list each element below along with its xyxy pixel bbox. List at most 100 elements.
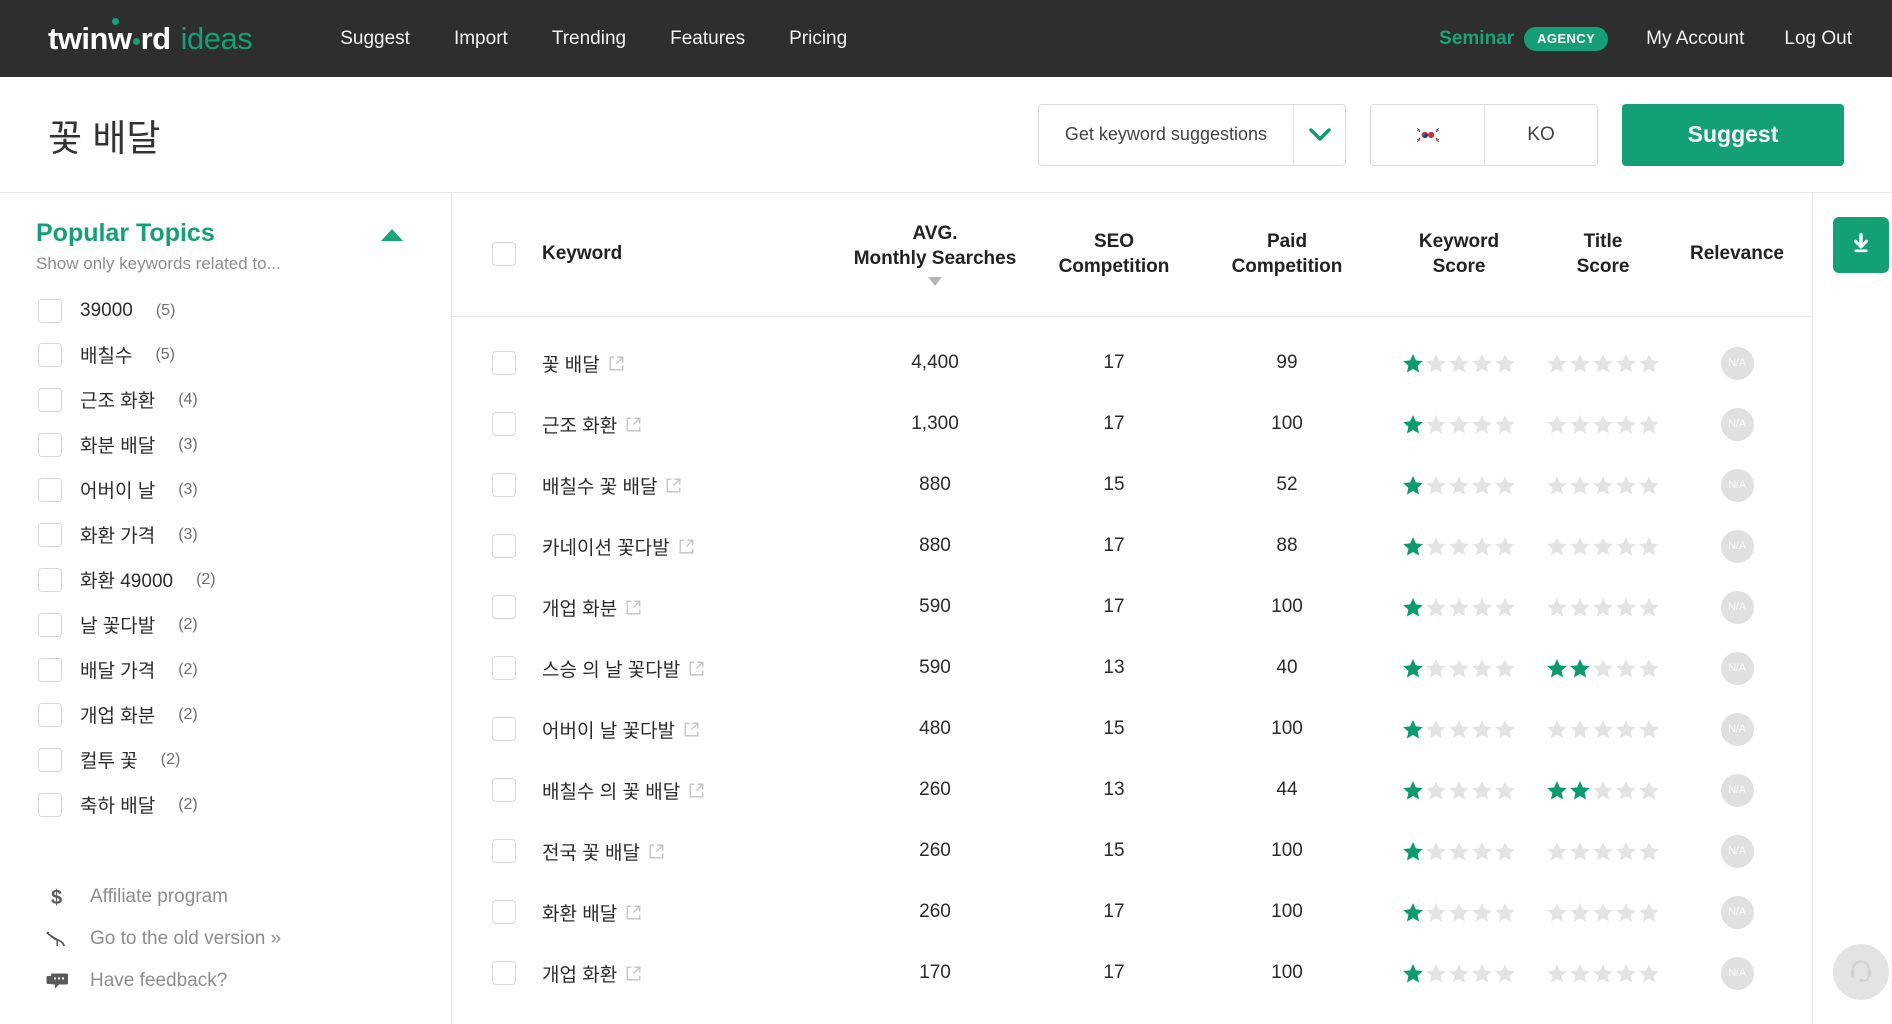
column-avg-monthly-searches[interactable]: AVG. Monthly Searches xyxy=(842,193,1028,318)
row-checkbox[interactable] xyxy=(492,656,516,681)
topic-filter-item[interactable]: 근조 화환 (4) xyxy=(0,377,451,422)
suggestion-mode-select[interactable]: Get keyword suggestions xyxy=(1037,103,1346,166)
external-link-icon[interactable] xyxy=(626,417,641,432)
table-row[interactable]: 개업 화분 590 17 100 N/A xyxy=(452,577,1812,638)
row-checkbox[interactable] xyxy=(492,717,516,742)
cell-keyword-score xyxy=(1374,699,1544,760)
keyword-link[interactable]: 개업 화분 xyxy=(542,594,641,621)
nav-link-log-out[interactable]: Log Out xyxy=(1782,24,1854,54)
row-checkbox[interactable] xyxy=(492,473,516,498)
nav-link-features[interactable]: Features xyxy=(668,24,747,54)
topic-filter-item[interactable]: 배달 가격 (2) xyxy=(0,647,451,692)
external-link-icon[interactable] xyxy=(689,783,704,798)
cell-relevance: N/A xyxy=(1662,638,1812,699)
topic-filter-item[interactable]: 축하 배달 (2) xyxy=(0,782,451,827)
affiliate-program-link[interactable]: $ Affiliate program xyxy=(0,876,451,918)
row-checkbox[interactable] xyxy=(492,839,516,864)
topic-checkbox[interactable] xyxy=(38,657,62,682)
column-relevance[interactable]: Relevance xyxy=(1662,193,1812,318)
topic-checkbox[interactable] xyxy=(38,792,62,817)
table-row[interactable]: 카네이션 꽃다발 880 17 88 N/A xyxy=(452,516,1812,577)
external-link-icon[interactable] xyxy=(679,539,694,554)
old-version-link[interactable]: Go to the old version » xyxy=(0,918,451,960)
topic-checkbox[interactable] xyxy=(38,299,62,323)
column-title-score[interactable]: Title Score xyxy=(1544,193,1662,318)
table-row[interactable]: 어버이 날 꽃다발 480 15 100 N/A xyxy=(452,699,1812,760)
nav-link-pricing[interactable]: Pricing xyxy=(787,24,849,54)
external-link-icon[interactable] xyxy=(684,722,699,737)
feedback-link[interactable]: Have feedback? xyxy=(0,960,451,1002)
keyword-link[interactable]: 스승 의 날 꽃다발 xyxy=(542,655,704,682)
topic-checkbox[interactable] xyxy=(38,522,62,547)
column-keyword-score[interactable]: Keyword Score xyxy=(1374,193,1544,318)
external-link-icon[interactable] xyxy=(626,600,641,615)
keyword-link[interactable]: 꽃 배달 xyxy=(542,350,624,377)
keyword-link[interactable]: 배칠수 의 꽃 배달 xyxy=(542,777,704,804)
external-link-icon[interactable] xyxy=(649,844,664,859)
nav-link-my-account[interactable]: My Account xyxy=(1644,24,1746,54)
topic-filter-item[interactable]: 배칠수 (5) xyxy=(0,332,451,377)
topic-filter-item[interactable]: 개업 화분 (2) xyxy=(0,692,451,737)
keyword-link[interactable]: 배칠수 꽃 배달 xyxy=(542,472,681,499)
suggest-button[interactable]: Suggest xyxy=(1622,103,1844,166)
topic-filter-item[interactable]: 화환 49000 (2) xyxy=(0,557,451,602)
support-chat-button[interactable] xyxy=(1833,944,1889,1000)
external-link-icon[interactable] xyxy=(666,478,681,493)
topic-filter-item[interactable]: 39000 (5) xyxy=(0,290,451,332)
table-row[interactable]: 전국 꽃 배달 260 15 100 N/A xyxy=(452,821,1812,882)
topic-checkbox[interactable] xyxy=(38,432,62,457)
topic-filter-item[interactable]: 화분 배달 (3) xyxy=(0,422,451,467)
nav-link-import[interactable]: Import xyxy=(452,24,510,54)
star-icon xyxy=(1639,780,1659,800)
topic-filter-item[interactable]: 어버이 날 (3) xyxy=(0,467,451,512)
chevron-up-icon[interactable] xyxy=(381,229,403,247)
column-seo-competition[interactable]: SEO Competition xyxy=(1028,193,1200,318)
table-row[interactable]: 꽃 배달 4,400 17 99 N/A xyxy=(452,333,1812,394)
keyword-link[interactable]: 카네이션 꽃다발 xyxy=(542,533,694,560)
row-checkbox[interactable] xyxy=(492,351,516,376)
keyword-link[interactable]: 근조 화환 xyxy=(542,411,641,438)
topic-checkbox[interactable] xyxy=(38,612,62,637)
external-link-icon[interactable] xyxy=(609,356,624,371)
column-paid-competition[interactable]: Paid Competition xyxy=(1200,193,1374,318)
keyword-link[interactable]: 화환 배달 xyxy=(542,899,641,926)
topic-checkbox[interactable] xyxy=(38,702,62,727)
topic-checkbox[interactable] xyxy=(38,567,62,592)
topic-checkbox[interactable] xyxy=(38,387,62,412)
table-row[interactable]: 개업 화환 170 17 100 N/A xyxy=(452,943,1812,1004)
twinword-ideas-logo[interactable]: twinw rd ideas xyxy=(48,17,253,57)
select-all-checkbox[interactable] xyxy=(492,241,516,266)
kr-flag-icon[interactable] xyxy=(1371,105,1484,165)
row-checkbox[interactable] xyxy=(492,595,516,620)
topic-filter-item[interactable]: 화환 가격 (3) xyxy=(0,512,451,557)
table-row[interactable]: 배칠수 꽃 배달 880 15 52 N/A xyxy=(452,455,1812,516)
topics-scroll-area[interactable]: Popular Topics Show only keywords relate… xyxy=(0,193,451,863)
row-checkbox[interactable] xyxy=(492,534,516,559)
row-checkbox[interactable] xyxy=(492,900,516,925)
nav-link-trending[interactable]: Trending xyxy=(550,24,628,54)
topic-checkbox[interactable] xyxy=(38,342,62,367)
topic-filter-item[interactable]: 날 꽃다발 (2) xyxy=(0,602,451,647)
table-row[interactable]: 스승 의 날 꽃다발 590 13 40 N/A xyxy=(452,638,1812,699)
external-link-icon[interactable] xyxy=(626,905,641,920)
topic-checkbox[interactable] xyxy=(38,477,62,502)
external-link-icon[interactable] xyxy=(626,966,641,981)
keyword-link[interactable]: 어버이 날 꽃다발 xyxy=(542,716,699,743)
table-row[interactable]: 화환 배달 260 17 100 N/A xyxy=(452,882,1812,943)
language-code[interactable]: KO xyxy=(1484,104,1597,165)
row-checkbox[interactable] xyxy=(492,412,516,437)
table-row[interactable]: 근조 화환 1,300 17 100 N/A xyxy=(452,394,1812,455)
keyword-link[interactable]: 개업 화환 xyxy=(542,960,641,987)
row-checkbox[interactable] xyxy=(492,778,516,803)
nav-link-suggest[interactable]: Suggest xyxy=(338,24,412,54)
external-link-icon[interactable] xyxy=(689,661,704,676)
account-plan-chip[interactable]: Seminar AGENCY xyxy=(1439,26,1609,51)
topic-filter-item[interactable]: 컬투 꽃 (2) xyxy=(0,737,451,782)
table-row[interactable]: 배칠수 의 꽃 배달 260 13 44 N/A xyxy=(452,760,1812,821)
chevron-down-icon[interactable] xyxy=(1293,104,1345,165)
topic-checkbox[interactable] xyxy=(38,747,62,772)
star-icon xyxy=(1616,536,1636,556)
keyword-link[interactable]: 전국 꽃 배달 xyxy=(542,838,664,865)
download-button[interactable] xyxy=(1833,217,1889,273)
row-checkbox[interactable] xyxy=(492,961,516,986)
